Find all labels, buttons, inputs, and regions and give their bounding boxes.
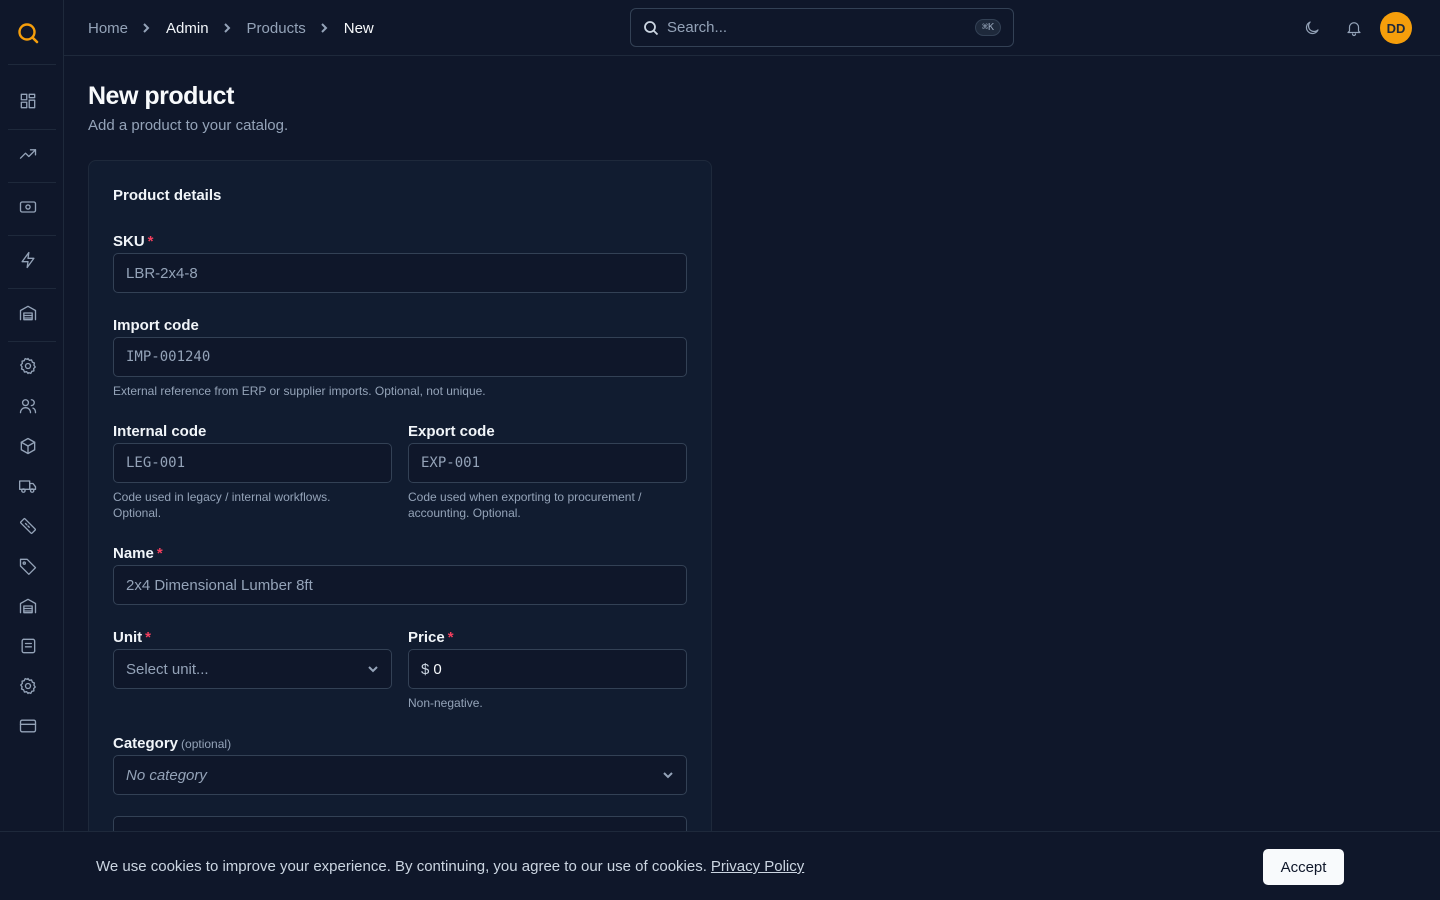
warehouse-alt-icon[interactable]	[16, 594, 40, 618]
scroll-icon[interactable]	[16, 634, 40, 658]
sku-label-text: SKU	[113, 233, 145, 250]
breadcrumb: Home Admin Products New	[88, 0, 374, 56]
internal-code-help: Code used in legacy / internal workflows…	[113, 489, 392, 521]
internal-code-input[interactable]: LEG-001	[113, 443, 392, 483]
name-label-text: Name	[113, 545, 154, 562]
sidebar-divider	[8, 129, 56, 130]
sidebar-divider	[8, 288, 56, 289]
accept-cookies-button[interactable]: Accept	[1263, 849, 1344, 885]
trending-up-icon[interactable]	[16, 142, 40, 166]
sku-label: SKU *	[113, 233, 154, 250]
cookie-message: We use cookies to improve your experienc…	[96, 858, 804, 875]
sidebar-divider	[8, 341, 56, 342]
package-icon[interactable]	[16, 434, 40, 458]
export-code-input[interactable]: EXP-001	[408, 443, 687, 483]
required-mark: *	[147, 233, 154, 250]
currency-symbol: $	[421, 660, 430, 678]
topbar: Home Admin Products New Search... ⌘K DD	[64, 0, 1440, 56]
privacy-policy-link[interactable]: Privacy Policy	[711, 858, 804, 875]
section-title: Product details	[113, 187, 222, 204]
sidebar	[0, 0, 64, 900]
settings-gear-icon[interactable]	[16, 354, 40, 378]
price-label-text: Price	[408, 629, 445, 646]
chevron-right-icon	[221, 21, 235, 35]
breadcrumb-home[interactable]: Home	[88, 20, 128, 37]
name-input[interactable]: 2x4 Dimensional Lumber 8ft	[113, 565, 687, 605]
export-code-label: Export code	[408, 423, 495, 440]
search-placeholder: Search...	[667, 19, 728, 36]
export-code-help: Code used when exporting to procurement …	[408, 489, 687, 521]
users-icon[interactable]	[16, 394, 40, 418]
optional-hint: (optional)	[181, 737, 232, 751]
price-input[interactable]: $ 0	[408, 649, 687, 689]
moon-icon[interactable]	[1300, 16, 1324, 40]
internal-code-label: Internal code	[113, 423, 207, 440]
chevron-right-icon	[140, 21, 154, 35]
product-details-card: Product details SKU * LBR-2x4-8 Import co…	[88, 160, 712, 900]
breadcrumb-new: New	[343, 19, 374, 37]
import-code-label: Import code	[113, 317, 199, 334]
price-value: 0	[433, 660, 442, 678]
cookie-text: We use cookies to improve your experienc…	[96, 858, 707, 875]
internal-code-help-line: Optional.	[113, 506, 162, 520]
page-title: New product	[88, 82, 234, 110]
chevron-right-icon	[318, 21, 332, 35]
credit-card-icon[interactable]	[16, 714, 40, 738]
unit-select[interactable]: Select unit...	[113, 649, 392, 689]
category-label-text: Category	[113, 735, 179, 752]
import-code-help: External reference from ERP or supplier …	[113, 384, 486, 398]
import-code-placeholder: IMP-001240	[126, 349, 211, 365]
required-mark: *	[447, 629, 454, 646]
breadcrumb-products[interactable]: Products	[247, 20, 306, 37]
unit-label-text: Unit	[113, 629, 143, 646]
required-mark: *	[156, 545, 163, 562]
unit-label: Unit *	[113, 629, 151, 646]
page-subtitle: Add a product to your catalog.	[88, 117, 289, 134]
breadcrumb-admin[interactable]: Admin	[166, 20, 209, 37]
unit-placeholder: Select unit...	[126, 660, 209, 678]
price-label: Price *	[408, 629, 454, 646]
internal-code-placeholder: LEG-001	[126, 455, 186, 471]
search-input[interactable]: Search... ⌘K	[630, 8, 1014, 47]
bell-icon[interactable]	[1342, 16, 1366, 40]
sidebar-divider	[8, 64, 56, 65]
banknote-icon[interactable]	[16, 195, 40, 219]
app-logo-icon[interactable]	[14, 19, 42, 47]
avatar[interactable]: DD	[1380, 12, 1412, 44]
lightning-icon[interactable]	[16, 248, 40, 272]
export-code-help-line: Code used when exporting to procurement …	[408, 490, 642, 504]
sidebar-divider	[8, 182, 56, 183]
name-label: Name *	[113, 545, 163, 562]
search-icon	[644, 20, 659, 35]
category-label: Category (optional)	[113, 735, 231, 752]
chevron-down-icon	[368, 666, 378, 673]
cookie-banner: We use cookies to improve your experienc…	[0, 831, 1440, 900]
warehouse-icon[interactable]	[16, 301, 40, 325]
price-help: Non-negative.	[408, 696, 483, 710]
chevron-down-icon	[663, 772, 673, 779]
export-code-placeholder: EXP-001	[421, 455, 481, 471]
tag-icon[interactable]	[16, 554, 40, 578]
category-value: No category	[126, 766, 207, 784]
category-select[interactable]: No category	[113, 755, 687, 795]
truck-icon[interactable]	[16, 474, 40, 498]
dashboard-icon[interactable]	[16, 89, 40, 113]
export-code-help-line: accounting. Optional.	[408, 506, 521, 520]
settings-gear-alt-icon[interactable]	[16, 674, 40, 698]
import-code-input[interactable]: IMP-001240	[113, 337, 687, 377]
sidebar-divider	[8, 235, 56, 236]
sku-placeholder: LBR-2x4-8	[126, 264, 198, 282]
search-shortcut-badge: ⌘K	[974, 19, 1001, 36]
ruler-icon[interactable]	[16, 514, 40, 538]
required-mark: *	[145, 629, 152, 646]
internal-code-help-line: Code used in legacy / internal workflows…	[113, 490, 331, 504]
sku-input[interactable]: LBR-2x4-8	[113, 253, 687, 293]
name-placeholder: 2x4 Dimensional Lumber 8ft	[126, 576, 313, 594]
